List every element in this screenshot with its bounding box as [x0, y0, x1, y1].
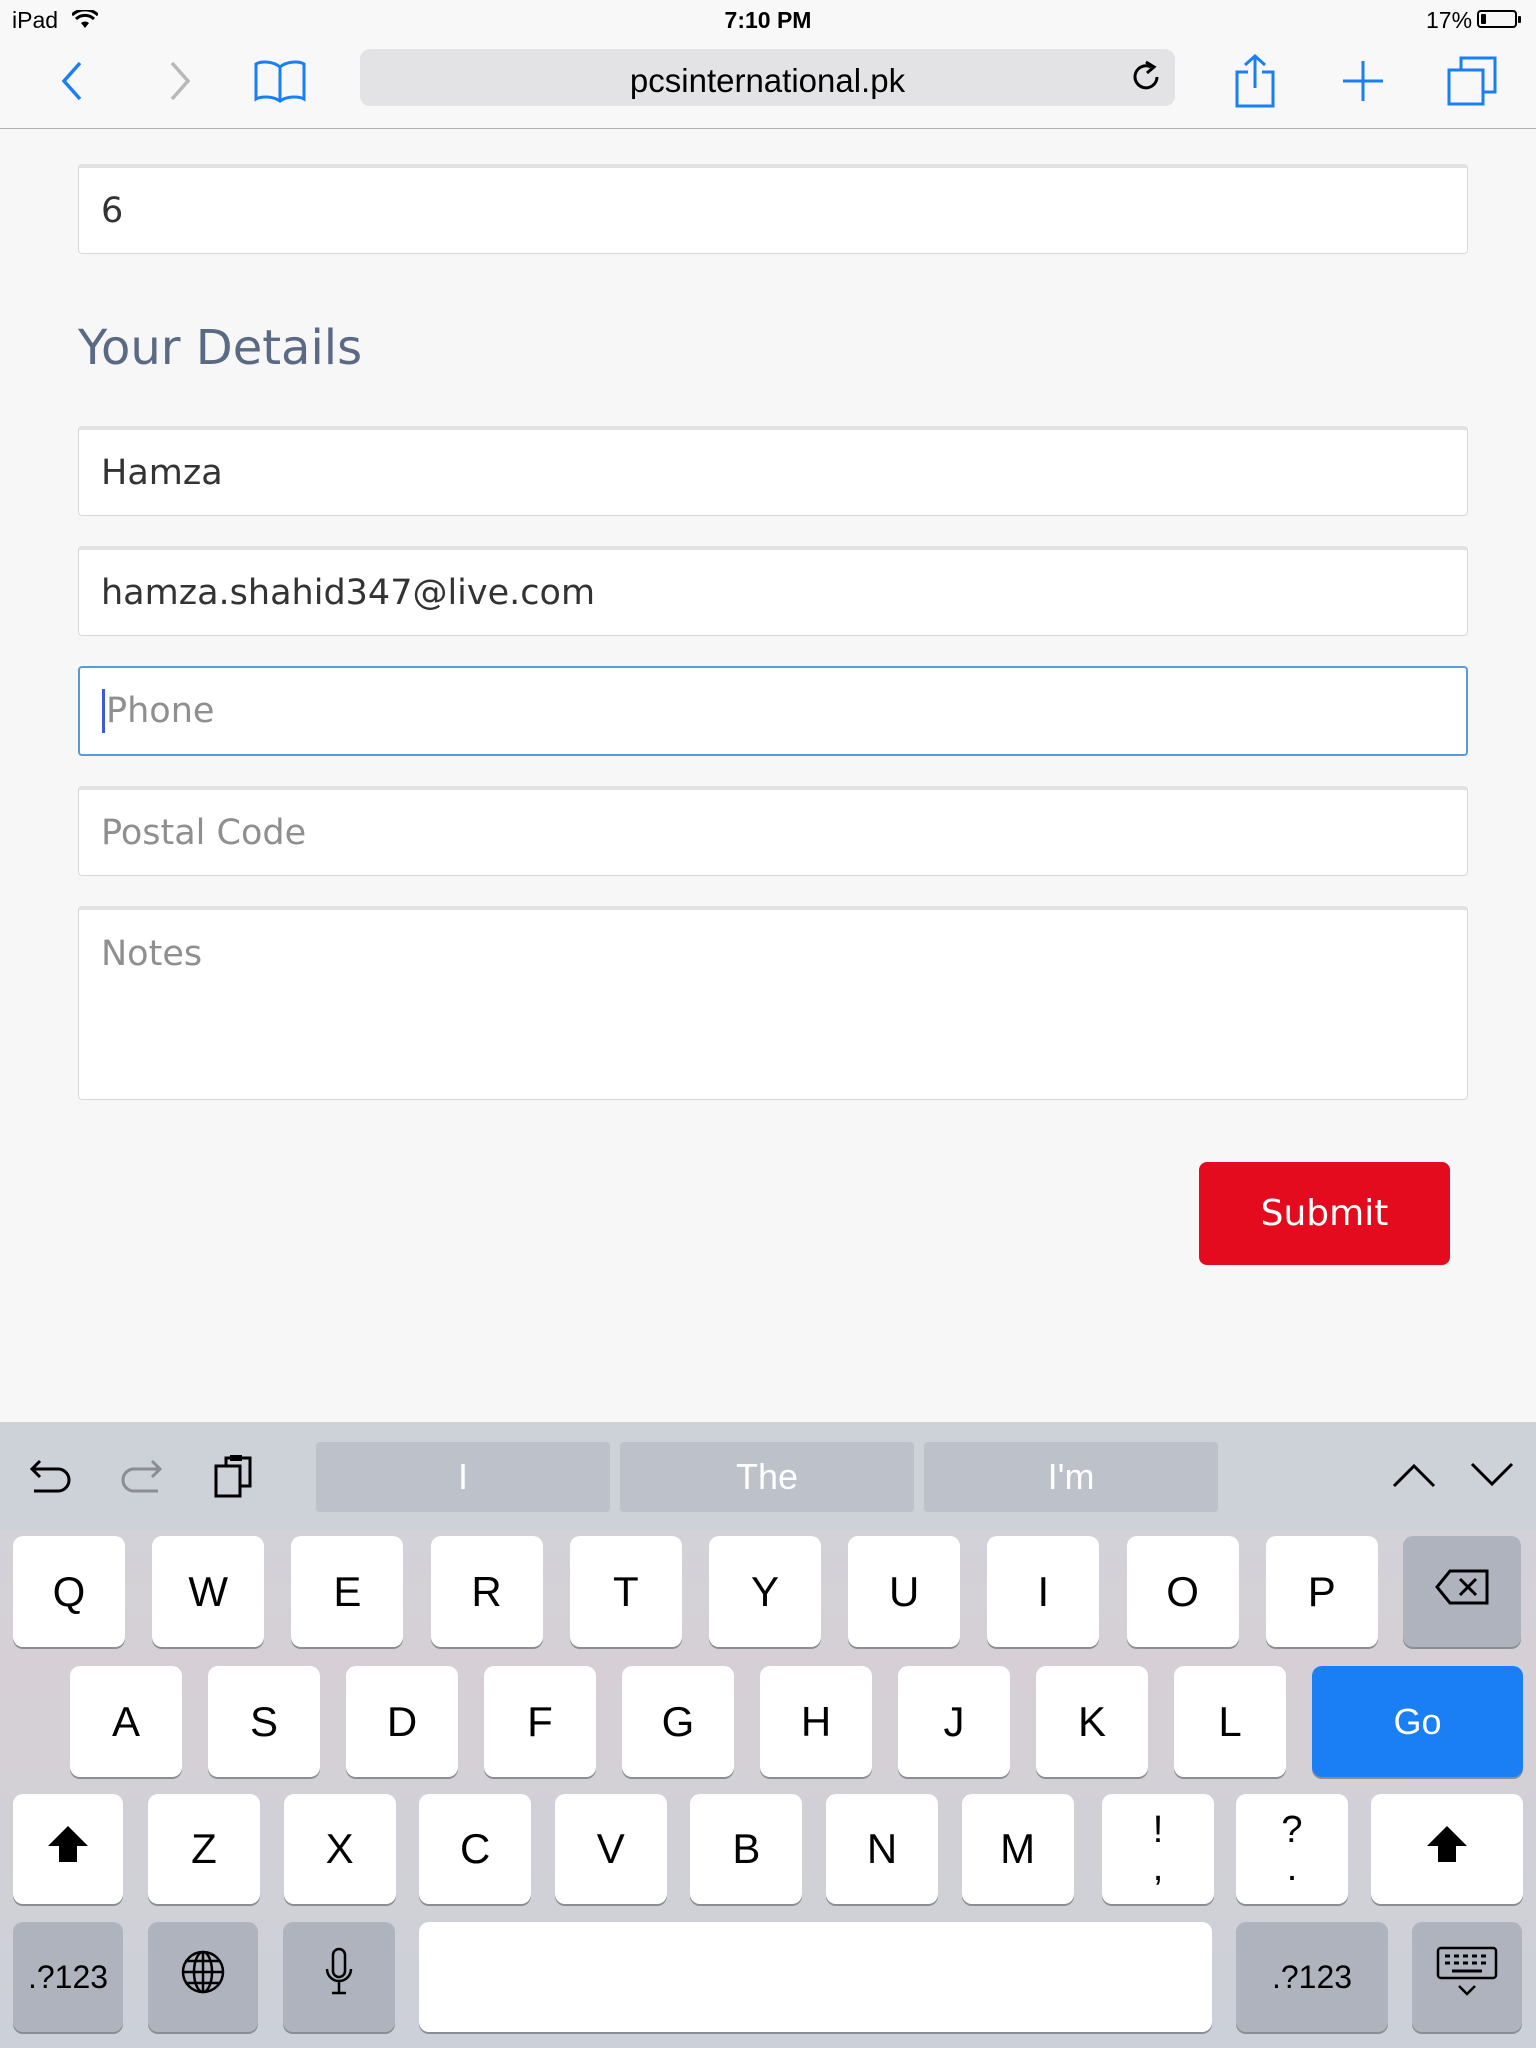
undo-icon[interactable] [28, 1457, 74, 1502]
redo-icon[interactable] [118, 1457, 164, 1502]
numbers-key-right[interactable]: .?123 [1236, 1922, 1388, 2032]
keyboard-shortcut-bar: I The I'm [0, 1422, 1536, 1530]
postal-code-placeholder: Postal Code [101, 812, 307, 853]
key-bottom-char: . [1286, 1847, 1298, 1889]
key-v[interactable]: V [554, 1794, 667, 1904]
key-a[interactable]: A [70, 1666, 182, 1777]
key-k[interactable]: K [1036, 1666, 1148, 1777]
name-value: Hamza [101, 452, 223, 493]
backspace-key[interactable] [1403, 1536, 1521, 1647]
key-h[interactable]: H [760, 1666, 872, 1777]
postal-code-field[interactable]: Postal Code [78, 786, 1468, 876]
key-o[interactable]: O [1126, 1536, 1239, 1647]
suggestion-3[interactable]: I'm [924, 1442, 1218, 1512]
shift-right-key[interactable] [1371, 1794, 1523, 1904]
numbers-key-left[interactable]: .?123 [13, 1922, 123, 2032]
email-field[interactable]: hamza.shahid347@live.com [78, 546, 1468, 636]
key-e[interactable]: E [291, 1536, 404, 1647]
microphone-icon [324, 1947, 354, 2007]
bookmarks-icon[interactable] [250, 52, 310, 110]
reload-icon[interactable] [1129, 60, 1163, 99]
battery-icon [1477, 10, 1521, 28]
address-bar[interactable]: pcsinternational.pk [360, 49, 1175, 106]
dictation-key[interactable] [283, 1922, 395, 2032]
shift-icon [46, 1824, 90, 1874]
chevron-down-icon[interactable] [1470, 1462, 1514, 1493]
key-x[interactable]: X [283, 1794, 396, 1904]
suggestion-1[interactable]: I [316, 1442, 610, 1512]
new-tab-icon[interactable] [1338, 52, 1388, 110]
key-g[interactable]: G [622, 1666, 734, 1777]
shift-icon [1425, 1824, 1469, 1874]
submit-button[interactable]: Submit [1199, 1162, 1450, 1265]
globe-key[interactable] [148, 1922, 258, 2032]
tabs-icon[interactable] [1444, 52, 1500, 110]
name-field[interactable]: Hamza [78, 426, 1468, 516]
suggestion-2[interactable]: The [620, 1442, 914, 1512]
key-w[interactable]: W [152, 1536, 265, 1647]
back-icon[interactable] [52, 52, 92, 110]
email-value: hamza.shahid347@live.com [101, 572, 596, 613]
url-text: pcsinternational.pk [629, 62, 906, 99]
key-t[interactable]: T [569, 1536, 682, 1647]
key-s[interactable]: S [208, 1666, 320, 1777]
key-d[interactable]: D [346, 1666, 458, 1777]
space-bar[interactable] [419, 1922, 1212, 2032]
phone-field[interactable]: Phone [78, 666, 1468, 756]
clock: 7:10 PM [724, 7, 812, 33]
paste-icon[interactable] [214, 1454, 254, 1503]
key-bottom-char: , [1152, 1847, 1164, 1889]
battery-percent: 17% [1426, 7, 1473, 33]
forward-icon[interactable] [160, 52, 200, 110]
quantity-field[interactable]: 6 [78, 164, 1468, 254]
status-bar: iPad 7:10 PM 17% [0, 0, 1536, 40]
exclamation-comma-key[interactable]: ! , [1102, 1794, 1214, 1904]
key-j[interactable]: J [898, 1666, 1010, 1777]
key-top-char: ? [1281, 1809, 1303, 1851]
key-i[interactable]: I [987, 1536, 1100, 1647]
quantity-value: 6 [101, 190, 124, 231]
shift-left-key[interactable] [13, 1794, 123, 1904]
share-icon[interactable] [1230, 52, 1280, 110]
globe-icon [180, 1949, 226, 2005]
key-q[interactable]: Q [13, 1536, 125, 1647]
key-l[interactable]: L [1174, 1666, 1286, 1777]
browser-toolbar: pcsinternational.pk [0, 40, 1536, 129]
key-top-char: ! [1152, 1809, 1164, 1851]
key-c[interactable]: C [419, 1794, 532, 1904]
chevron-up-icon[interactable] [1392, 1462, 1436, 1493]
backspace-icon [1434, 1568, 1490, 1616]
key-u[interactable]: U [848, 1536, 961, 1647]
key-p[interactable]: P [1265, 1536, 1378, 1647]
notes-placeholder: Notes [101, 934, 203, 974]
hide-keyboard-key[interactable] [1412, 1922, 1522, 2032]
key-b[interactable]: B [690, 1794, 803, 1904]
key-r[interactable]: R [430, 1536, 543, 1647]
go-key[interactable]: Go [1312, 1666, 1523, 1777]
on-screen-keyboard: I The I'm QWERTYUIOP ASDFGHJKL ZXCVBNM G… [0, 1422, 1536, 2048]
question-period-key[interactable]: ? . [1236, 1794, 1348, 1904]
key-n[interactable]: N [826, 1794, 938, 1904]
section-title: Your Details [78, 320, 363, 376]
key-m[interactable]: M [961, 1794, 1074, 1904]
key-y[interactable]: Y [709, 1536, 821, 1647]
notes-textarea[interactable]: Notes [78, 906, 1468, 1100]
battery-fill [1481, 14, 1486, 24]
phone-placeholder: Phone [106, 691, 215, 731]
text-caret [102, 689, 105, 733]
key-z[interactable]: Z [148, 1794, 260, 1904]
key-f[interactable]: F [484, 1666, 596, 1777]
keyboard-dismiss-icon [1436, 1946, 1498, 2008]
